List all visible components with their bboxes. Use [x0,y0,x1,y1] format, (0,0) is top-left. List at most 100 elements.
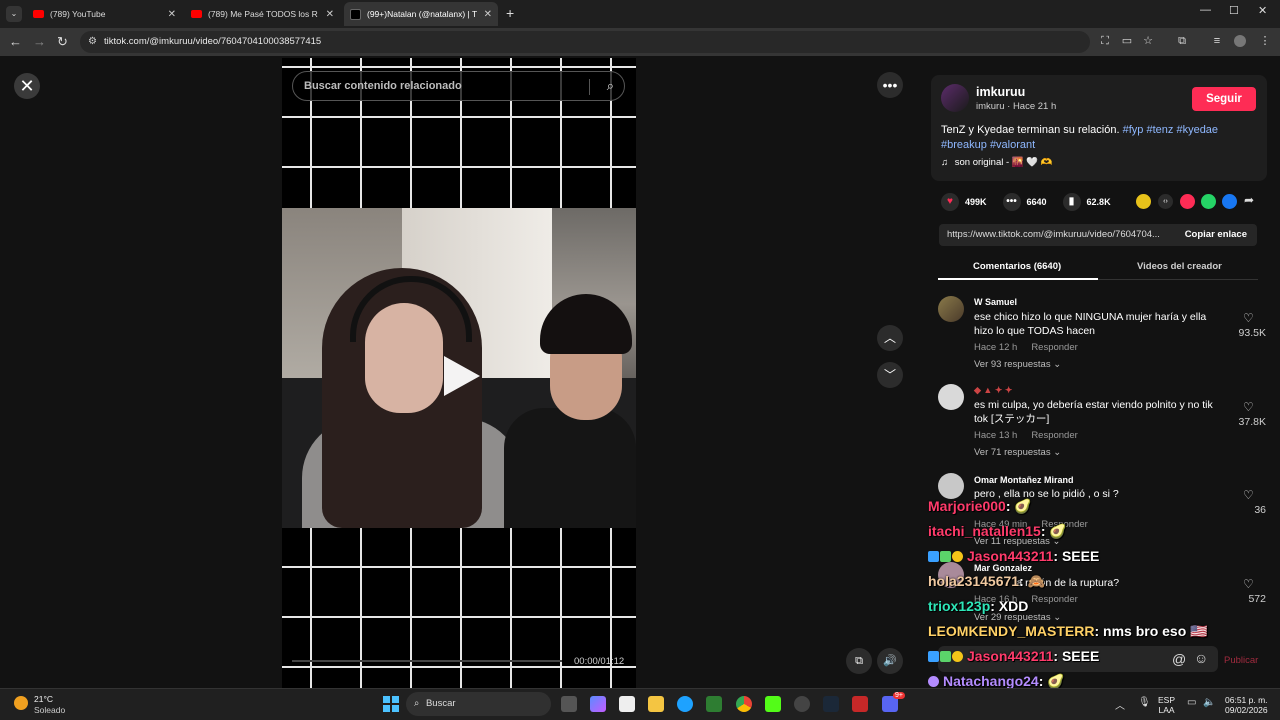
copy-link-button[interactable]: Copiar enlace [1185,224,1247,246]
translate-icon[interactable]: ⛶ [1099,35,1111,47]
app-icon[interactable] [852,696,868,712]
hashtag-link[interactable]: #tenz [1146,124,1173,136]
reply-button[interactable]: Responder [1031,430,1077,441]
back-arrow-icon[interactable]: ← [9,34,22,49]
taskbar-search[interactable]: ⌕ Buscar [406,692,551,716]
tab-creator-videos[interactable]: Videos del creador [1137,261,1222,272]
comment-like-icon[interactable]: ♡ [1243,488,1254,502]
comment-like-icon[interactable]: ♡ [1243,311,1254,325]
share-arrow-icon[interactable]: ➦ [1244,193,1254,207]
view-replies-button[interactable]: Ver 93 respuestas ⌄ [974,359,1061,370]
tray-chevron-icon[interactable]: ︿ [1115,697,1125,712]
avatar[interactable] [938,296,964,322]
tab-youtube[interactable]: (789) YouTube ✕ [28,2,182,26]
avatar[interactable] [938,473,964,499]
tab-search-icon[interactable]: ⌄ [6,6,22,22]
close-tab-icon[interactable]: ✕ [168,9,176,20]
comment-author[interactable]: Omar Montañez Mirand [974,475,1074,485]
like-heart-icon[interactable]: ♥ [941,193,959,211]
author-avatar[interactable] [941,84,969,112]
volume-tray-icon[interactable]: 🔈 [1203,697,1215,708]
reply-button[interactable]: Responder [1031,342,1077,353]
close-tab-icon[interactable]: ✕ [484,9,492,20]
site-info-icon[interactable]: ⚙ [88,31,97,53]
close-video-button[interactable]: ✕ [14,73,40,99]
minimize-button[interactable]: — [1200,4,1211,16]
profile-avatar-icon[interactable] [1234,35,1246,47]
comment-author[interactable]: W Samuel [974,297,1017,307]
reload-icon[interactable]: ↻ [57,34,68,50]
network-icon[interactable]: ▭ [1187,697,1196,708]
emoji-icon[interactable]: ☺ [1194,650,1208,666]
language-indicator[interactable]: ESP LAA [1158,695,1175,715]
embed-icon[interactable]: ‹› [1158,194,1173,209]
next-video-button[interactable]: ﹀ [877,362,903,388]
send-icon[interactable] [1180,194,1195,209]
chat-message: itachi_natallen15: 🥑 [928,523,1067,540]
media-control-icon[interactable]: ≡ [1211,35,1223,47]
microphone-icon[interactable]: 🎙 [1138,697,1151,708]
repost-icon[interactable] [1136,194,1151,209]
related-search-input[interactable]: Buscar contenido relacionado ⌕ [292,71,625,101]
obs-icon[interactable] [794,696,810,712]
video-player[interactable] [282,58,636,688]
steam-icon[interactable] [823,696,839,712]
music-link[interactable]: ♫ son original - 🌇 🤍 🫶 [941,157,1053,168]
tab-youtube-video[interactable]: (789) Me Pasé TODOS los Resid ✕ [186,2,340,26]
volume-icon[interactable]: 🔊 [877,648,903,674]
bookmark-star-icon[interactable]: ☆ [1142,35,1154,47]
close-window-button[interactable]: ✕ [1258,4,1267,17]
comment-like-icon[interactable]: ♡ [1243,577,1254,591]
mention-icon[interactable]: @ [1172,651,1186,667]
description-text: TenZ y Kyedae terminan su relación. [941,124,1120,136]
previous-video-button[interactable]: ︿ [877,325,903,351]
clock-date: 09/02/2026 [1225,705,1268,715]
maximize-button[interactable]: ☐ [1229,4,1239,17]
author-username[interactable]: imkuruu [976,85,1025,99]
xbox-icon[interactable] [706,696,722,712]
new-tab-button[interactable]: + [506,5,514,21]
windows-start-icon[interactable] [383,696,399,712]
file-explorer-icon[interactable] [648,696,664,712]
facebook-icon[interactable] [1222,194,1237,209]
comment-author[interactable]: Mar Gonzalez [974,563,1032,573]
close-tab-icon[interactable]: ✕ [326,9,334,20]
avatar[interactable] [938,384,964,410]
kick-icon[interactable] [765,696,781,712]
play-icon[interactable] [444,356,480,396]
chrome-icon[interactable] [736,696,752,712]
video-time: 00:00/01:12 [574,656,625,667]
extensions-icon[interactable]: ⧉ [1176,35,1188,47]
tab-tiktok[interactable]: (99+)Natalan (@natalanx) | TikT ✕ [344,2,498,26]
url-field[interactable]: ⚙ tiktok.com/@imkuruu/video/760470410003… [80,31,1090,53]
whatsapp-icon[interactable] [1201,194,1216,209]
bookmark-icon[interactable]: ▮ [1062,193,1081,211]
reply-button[interactable]: Responder [1031,594,1077,605]
comment-like-icon[interactable]: ♡ [1243,400,1254,414]
forward-arrow-icon[interactable]: → [33,34,46,49]
hashtag-link[interactable]: #fyp [1123,124,1144,136]
hashtag-link[interactable]: #breakup [941,139,987,151]
publish-button[interactable]: Publicar [1224,655,1258,666]
edge-icon[interactable] [677,696,693,712]
task-view-icon[interactable] [561,696,577,712]
follow-button[interactable]: Seguir [1192,87,1256,111]
windows-taskbar [0,688,1280,720]
hashtag-link[interactable]: #kyedae [1176,124,1218,136]
hashtag-link[interactable]: #valorant [990,139,1035,151]
clock[interactable]: 06:51 p. m. 09/02/2026 [1225,695,1268,715]
tab-comments[interactable]: Comentarios (6640) [973,261,1061,272]
copilot-icon[interactable] [590,696,606,712]
menu-kebab-icon[interactable]: ⋮ [1259,35,1271,47]
comment-author-emoji[interactable]: ◆ ▲ ✦ ✦ [974,385,1012,396]
more-options-button[interactable]: ••• [877,72,903,98]
post-link[interactable]: https://www.tiktok.com/@imkuruu/video/76… [947,224,1169,246]
view-replies-button[interactable]: Ver 71 respuestas ⌄ [974,447,1061,458]
chat-text: : SEEE [1053,548,1100,564]
video-progress-bar[interactable] [292,660,562,662]
cast-icon[interactable]: ▭ [1121,35,1133,47]
floating-player-icon[interactable]: ⧉ [846,648,872,674]
store-icon[interactable] [619,696,635,712]
comment-icon[interactable]: ••• [1002,193,1021,211]
search-icon[interactable]: ⌕ [607,78,614,94]
